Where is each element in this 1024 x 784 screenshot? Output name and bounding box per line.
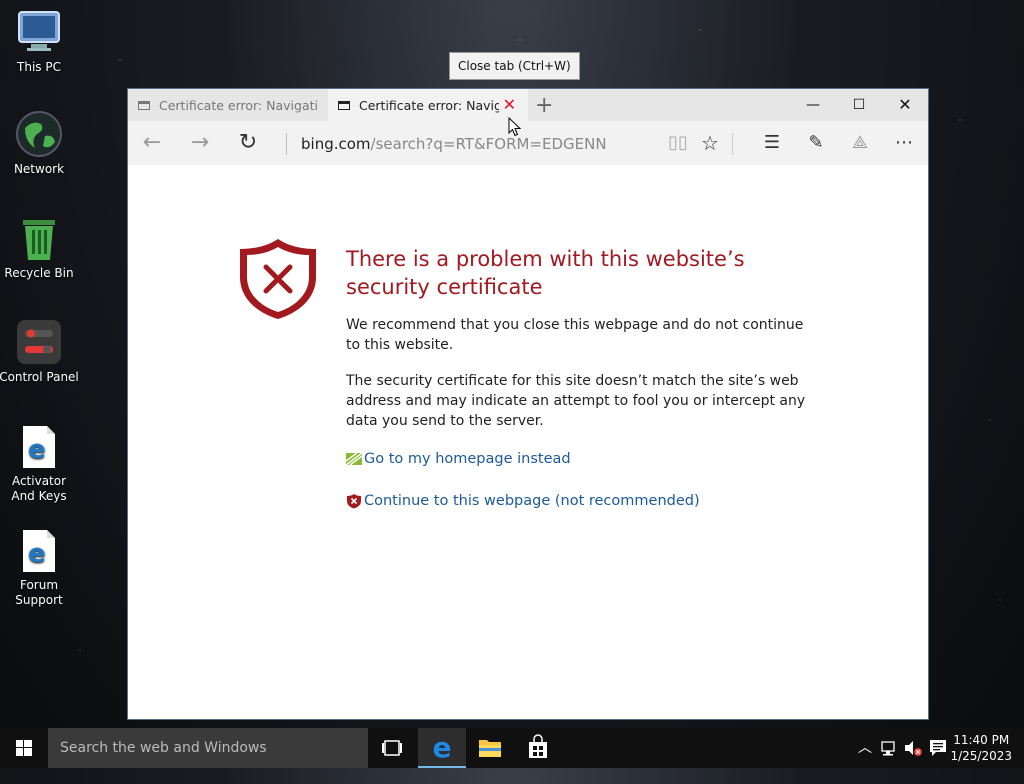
page-content: There is a problem with this website’s s… (128, 165, 928, 719)
tab-page-icon (138, 100, 150, 110)
taskbar: Search the web and Windows e ︿ 11:40 PM … (0, 728, 1024, 768)
shield-error-icon (240, 239, 316, 319)
hub-icon[interactable]: ☰ (758, 129, 786, 157)
desktop-icon-control-panel[interactable]: Control Panel (0, 318, 79, 385)
maximize-button[interactable]: ☐ (836, 89, 882, 121)
control-panel-icon (15, 318, 63, 366)
tab-certificate-error-1[interactable]: Certificate error: Navigation blocked (128, 89, 328, 121)
edge-document-icon: e (15, 422, 63, 470)
taskbar-store-button[interactable] (514, 728, 562, 768)
address-bar[interactable]: bing.com/search?q=RT&FORM=EDGENN (286, 133, 661, 155)
error-title: There is a problem with this website’s s… (346, 247, 745, 299)
more-icon[interactable]: ⋯ (890, 129, 918, 157)
favorites-star-icon[interactable]: ☆ (696, 129, 724, 157)
tab-page-icon (338, 100, 350, 110)
minimize-button[interactable]: — (790, 89, 836, 121)
desktop-icon-label: Network (13, 162, 65, 176)
desktop-icon-label: Activator And Keys (11, 474, 67, 503)
mouse-cursor-icon (508, 117, 522, 137)
desktop-icon-label: This PC (17, 60, 61, 74)
taskbar-file-explorer-button[interactable] (466, 728, 514, 768)
title-bar: Certificate error: Navigation blocked Ce… (128, 89, 928, 121)
continue-to-webpage-label: Continue to this webpage (not recommende… (364, 493, 700, 509)
tab-title: Certificate error: Navigation blocked (359, 97, 499, 113)
edge-icon: e (433, 731, 452, 764)
edge-document-icon: e (15, 526, 63, 574)
go-to-homepage-label: Go to my homepage instead (364, 451, 571, 467)
clock-date: 1/25/2023 (950, 749, 1012, 763)
task-view-button[interactable] (368, 728, 416, 768)
desktop-icon-label: Control Panel (0, 370, 79, 384)
reading-view-icon[interactable]: ▯▯ (664, 129, 692, 157)
store-bag-icon (529, 734, 547, 758)
close-tab-tooltip: Close tab (Ctrl+W) (449, 52, 580, 80)
toolbar-separator (732, 133, 733, 155)
recycle-bin-icon (15, 214, 63, 262)
address-domain: bing.com (301, 135, 371, 153)
taskbar-search-box[interactable]: Search the web and Windows (48, 728, 368, 768)
continue-to-webpage-link[interactable]: Continue to this webpage (not recommende… (346, 493, 700, 509)
desktop-icon-this-pc[interactable]: This PC (0, 8, 79, 75)
web-note-icon[interactable]: ✎ (802, 129, 830, 157)
network-status-icon[interactable] (878, 728, 900, 768)
clock-time: 11:40 PM (953, 733, 1010, 747)
address-path: /search?q=RT&FORM=EDGENN (370, 135, 607, 153)
computer-icon (15, 8, 63, 56)
action-center-icon[interactable] (926, 728, 950, 768)
svg-text:e: e (28, 435, 46, 465)
desktop-icon-activator-and-keys[interactable]: e Activator And Keys (0, 422, 79, 504)
desktop-icon-label: Recycle Bin (4, 266, 74, 280)
task-view-icon (382, 740, 402, 756)
svg-text:e: e (433, 731, 452, 764)
back-button[interactable]: ← (138, 129, 166, 157)
tab-certificate-error-2[interactable]: Certificate error: Navigation blocked ✕ (328, 89, 528, 121)
forward-button[interactable]: → (186, 129, 214, 157)
new-tab-button[interactable]: + (535, 93, 553, 118)
error-paragraph-details: The security certificate for this site d… (346, 373, 806, 429)
error-paragraph-recommend: We recommend that you close this webpage… (346, 317, 804, 353)
small-shield-icon (347, 494, 361, 509)
share-icon[interactable]: ⟁ (846, 129, 874, 157)
go-to-homepage-link[interactable]: Go to my homepage instead (346, 451, 571, 467)
homepage-icon (346, 453, 362, 465)
globe-icon (15, 110, 63, 158)
close-tab-icon[interactable]: ✕ (503, 95, 516, 114)
browser-window: Certificate error: Navigation blocked Ce… (127, 88, 929, 720)
start-button[interactable] (0, 728, 48, 768)
refresh-button[interactable]: ↻ (234, 129, 262, 157)
folder-icon (479, 740, 501, 757)
volume-muted-icon[interactable] (902, 728, 924, 768)
desktop-icon-label: Forum Support (15, 578, 63, 607)
tab-title: Certificate error: Navigation blocked (159, 97, 317, 113)
svg-text:e: e (28, 539, 46, 569)
taskbar-edge-button[interactable]: e (418, 728, 466, 768)
navigation-bar: ← → ↻ bing.com/search?q=RT&FORM=EDGENN ▯… (128, 121, 928, 166)
close-window-button[interactable]: ✕ (882, 89, 928, 121)
show-hidden-icons-chevron-icon[interactable]: ︿ (854, 728, 876, 768)
desktop-icon-network[interactable]: Network (0, 110, 79, 177)
taskbar-clock[interactable]: 11:40 PM 1/25/2023 (950, 732, 1012, 764)
desktop-icon-forum-support[interactable]: e Forum Support (0, 526, 79, 608)
desktop-icon-recycle-bin[interactable]: Recycle Bin (0, 214, 79, 281)
windows-logo-icon (16, 740, 32, 756)
